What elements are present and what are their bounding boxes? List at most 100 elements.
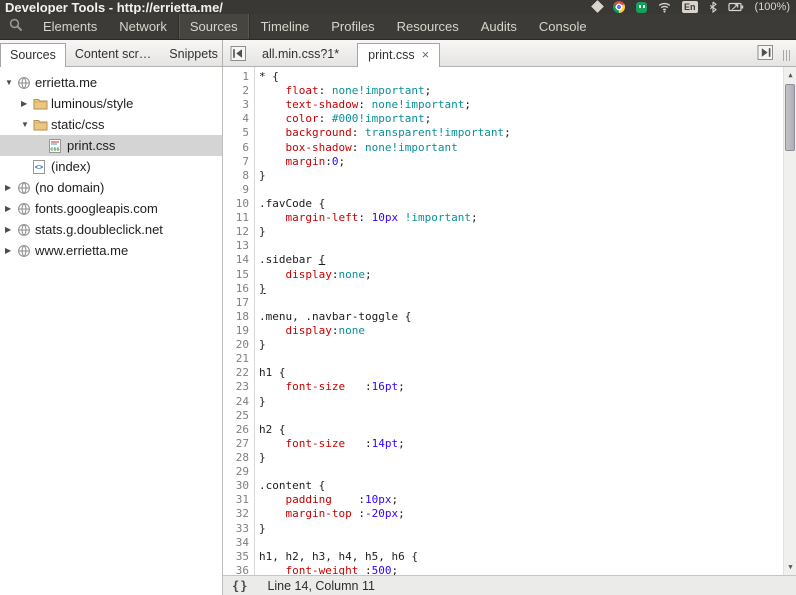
code-line[interactable] (259, 239, 796, 253)
expand-arrow[interactable]: ▶ (5, 204, 17, 213)
line-number[interactable]: 14 (223, 253, 254, 267)
line-number[interactable]: 9 (223, 183, 254, 197)
code-line[interactable]: font-size :16pt; (259, 380, 796, 394)
tab-profiles[interactable]: Profiles (320, 14, 385, 39)
tree-item-fonts-googleapis[interactable]: ▶ fonts.googleapis.com (0, 198, 222, 219)
code-line[interactable] (259, 296, 796, 310)
file-tab-all-min-css[interactable]: all.min.css?1* (252, 43, 349, 66)
battery-icon[interactable] (727, 1, 744, 13)
tree-item-www-errietta-me[interactable]: ▶ www.errietta.me (0, 240, 222, 261)
code-line[interactable]: h2 { (259, 423, 796, 437)
panel-tab-content-scripts[interactable]: Content scr… (66, 43, 160, 66)
code-line[interactable]: margin-left: 10px !important; (259, 211, 796, 225)
code-line[interactable] (259, 352, 796, 366)
code-line[interactable]: .content { (259, 479, 796, 493)
panel-tab-sources[interactable]: Sources (0, 43, 66, 67)
tree-item-static-css[interactable]: ▼ static/css (0, 114, 222, 135)
code-line[interactable]: h1, h2, h3, h4, h5, h6 { (259, 550, 796, 564)
code-line[interactable]: h1 { (259, 366, 796, 380)
line-number[interactable]: 6 (223, 141, 254, 155)
tab-audits[interactable]: Audits (470, 14, 528, 39)
code-line[interactable]: box-shadow: none!important (259, 141, 796, 155)
bluetooth-icon[interactable] (709, 1, 717, 13)
code-line[interactable]: color: #000!important; (259, 112, 796, 126)
file-tab-print-css[interactable]: print.css × (357, 43, 441, 67)
code-line[interactable]: text-shadow: none!important; (259, 98, 796, 112)
code-line[interactable]: * { (259, 70, 796, 84)
line-number[interactable]: 12 (223, 225, 254, 239)
line-number[interactable]: 13 (223, 239, 254, 253)
code-line[interactable]: } (259, 395, 796, 409)
expand-arrow[interactable]: ▼ (5, 78, 17, 87)
code-line[interactable]: } (259, 338, 796, 352)
line-number[interactable]: 24 (223, 395, 254, 409)
line-number[interactable]: 4 (223, 112, 254, 126)
keyboard-layout-indicator[interactable]: En (682, 1, 698, 13)
splitter-grip[interactable] (783, 49, 790, 61)
tree-item-index[interactable]: <> (index) (0, 156, 222, 177)
collapse-sidebar-button[interactable] (230, 45, 247, 62)
pretty-print-button[interactable]: {} (232, 579, 248, 593)
code-line[interactable]: } (259, 282, 796, 296)
line-number[interactable]: 33 (223, 522, 254, 536)
line-number[interactable]: 29 (223, 465, 254, 479)
code-line[interactable] (259, 536, 796, 550)
expand-arrow[interactable]: ▶ (21, 99, 33, 108)
line-number[interactable]: 21 (223, 352, 254, 366)
code-line[interactable]: .sidebar { (259, 253, 796, 267)
line-number[interactable]: 23 (223, 380, 254, 394)
code-line[interactable]: font-weight :500; (259, 564, 796, 575)
search-button[interactable] (0, 14, 32, 39)
updater-icon[interactable] (591, 0, 604, 13)
line-number[interactable]: 18 (223, 310, 254, 324)
code-line[interactable] (259, 183, 796, 197)
vertical-scrollbar[interactable]: ▲ ▼ (783, 67, 796, 575)
line-number[interactable]: 11 (223, 211, 254, 225)
line-number[interactable]: 1 (223, 70, 254, 84)
code-line[interactable]: } (259, 522, 796, 536)
line-number[interactable]: 10 (223, 197, 254, 211)
tree-item-print-css[interactable]: css print.css (0, 135, 222, 156)
code-line[interactable]: display:none; (259, 268, 796, 282)
line-number[interactable]: 16 (223, 282, 254, 296)
line-number[interactable]: 30 (223, 479, 254, 493)
code-line[interactable]: .menu, .navbar-toggle { (259, 310, 796, 324)
line-number[interactable]: 27 (223, 437, 254, 451)
line-number[interactable]: 31 (223, 493, 254, 507)
line-number[interactable]: 3 (223, 98, 254, 112)
tab-console[interactable]: Console (528, 14, 598, 39)
code-line[interactable]: display:none (259, 324, 796, 338)
line-number[interactable]: 19 (223, 324, 254, 338)
code-line[interactable]: } (259, 169, 796, 183)
close-tab-icon[interactable]: × (422, 48, 430, 61)
line-number[interactable]: 17 (223, 296, 254, 310)
line-number[interactable]: 15 (223, 268, 254, 282)
scrollbar-thumb[interactable] (785, 84, 795, 151)
line-number[interactable]: 28 (223, 451, 254, 465)
show-drawer-button[interactable] (757, 44, 774, 66)
code-line[interactable]: .favCode { (259, 197, 796, 211)
panel-tab-snippets[interactable]: Snippets (160, 43, 227, 66)
scroll-up-icon[interactable]: ▲ (784, 69, 796, 81)
code-line[interactable] (259, 409, 796, 423)
expand-arrow[interactable]: ▶ (5, 183, 17, 192)
tree-item-stats-doubleclick[interactable]: ▶ stats.g.doubleclick.net (0, 219, 222, 240)
line-number[interactable]: 32 (223, 507, 254, 521)
expand-arrow[interactable]: ▼ (21, 120, 33, 129)
expand-arrow[interactable]: ▶ (5, 246, 17, 255)
tab-elements[interactable]: Elements (32, 14, 108, 39)
code-line[interactable]: margin:0; (259, 155, 796, 169)
line-number[interactable]: 2 (223, 84, 254, 98)
code-line[interactable]: } (259, 225, 796, 239)
code-line[interactable]: float: none!important; (259, 84, 796, 98)
code-line[interactable]: margin-top :-20px; (259, 507, 796, 521)
line-number[interactable]: 34 (223, 536, 254, 550)
tree-item-errietta-me[interactable]: ▼ errietta.me (0, 72, 222, 93)
tab-timeline[interactable]: Timeline (250, 14, 321, 39)
line-number[interactable]: 26 (223, 423, 254, 437)
line-number[interactable]: 36 (223, 564, 254, 575)
chrome-icon[interactable] (613, 1, 626, 13)
line-number[interactable]: 22 (223, 366, 254, 380)
tab-network[interactable]: Network (108, 14, 178, 39)
code-line[interactable]: } (259, 451, 796, 465)
